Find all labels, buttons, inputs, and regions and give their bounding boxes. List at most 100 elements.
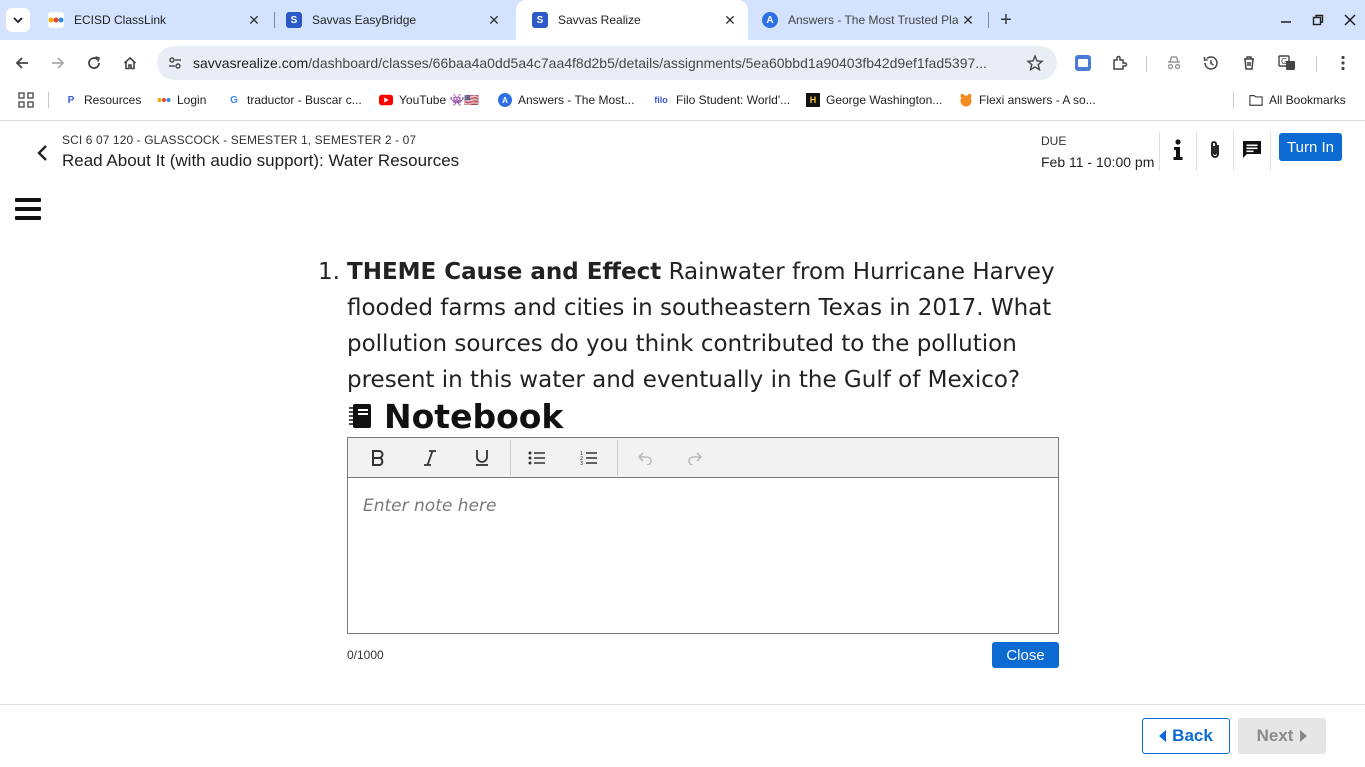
flexi-icon	[959, 93, 973, 107]
bookmark-star-icon[interactable]	[1025, 53, 1045, 73]
tab-savvas-easybridge[interactable]: S Savvas EasyBridge ✕	[270, 0, 512, 40]
undo-icon[interactable]	[630, 446, 658, 470]
note-input[interactable]: Enter note here	[348, 478, 1058, 534]
close-tab-icon[interactable]: ✕	[484, 10, 504, 30]
notebook-label: Notebook	[384, 396, 564, 436]
site-info-icon[interactable]	[161, 49, 189, 77]
close-notebook-button[interactable]: Close	[992, 642, 1059, 668]
trash-icon[interactable]	[1238, 52, 1260, 74]
tab-separator	[988, 12, 989, 28]
caret-left-icon	[1159, 730, 1167, 742]
google-icon: G	[230, 94, 238, 106]
tab-search-chevron-icon[interactable]	[6, 8, 30, 32]
toolbar-separator	[510, 440, 511, 476]
question-text: THEME Cause and Effect Rainwater from Hu…	[347, 254, 1067, 398]
course-name: SCI 6 07 120 - GLASSCOCK - SEMESTER 1, S…	[62, 133, 417, 147]
restore-icon[interactable]	[1306, 8, 1330, 32]
italic-icon[interactable]	[416, 446, 444, 470]
close-tab-icon[interactable]: ✕	[244, 10, 264, 30]
close-tab-icon[interactable]: ✕	[720, 10, 740, 30]
question-number: 1.	[318, 259, 340, 285]
browser-tabstrip: ECISD ClassLink ✕ S Savvas EasyBridge ✕ …	[0, 0, 1365, 40]
underline-icon[interactable]	[468, 446, 496, 470]
tab-savvas-realize[interactable]: S Savvas Realize ✕	[516, 0, 748, 40]
browser-back-icon[interactable]	[8, 49, 36, 77]
header-divider	[1196, 131, 1197, 171]
bookmarks-divider	[48, 92, 49, 108]
bookmark-login[interactable]: Login	[157, 90, 206, 110]
tab-ecisd-classlink[interactable]: ECISD ClassLink ✕	[32, 0, 272, 40]
browser-forward-icon[interactable]	[44, 49, 72, 77]
classlink-icon	[48, 12, 64, 28]
bookmark-flexi[interactable]: Flexi answers - A so...	[959, 90, 1096, 110]
answers-icon: A	[498, 93, 512, 107]
reload-icon[interactable]	[80, 49, 108, 77]
due-date: Feb 11 - 10:00 pm	[1041, 154, 1155, 170]
redo-icon[interactable]	[682, 446, 710, 470]
bookmarks-bar: P Resources Login G traductor - Buscar c…	[0, 86, 1365, 114]
youtube-icon	[379, 93, 393, 107]
resources-icon: P	[67, 94, 75, 106]
next-button[interactable]: Next	[1238, 718, 1326, 754]
bookmark-youtube[interactable]: YouTube 👾🇺🇸	[379, 90, 479, 110]
note-editor: 123 Enter note here	[347, 437, 1059, 634]
filo-icon: filo	[654, 95, 668, 105]
bookmarks-divider	[1233, 92, 1234, 108]
bullet-list-icon[interactable]	[523, 446, 551, 470]
due-label: DUE	[1041, 134, 1067, 148]
character-counter: 0/1000	[347, 648, 384, 662]
footer-divider	[0, 704, 1365, 705]
tab-answers[interactable]: A Answers - The Most Trusted Pla ✕	[746, 0, 986, 40]
bookmark-traductor[interactable]: G traductor - Buscar c...	[227, 90, 362, 110]
extension-savvas-icon[interactable]	[1072, 52, 1094, 74]
numbered-list-icon[interactable]: 123	[575, 446, 603, 470]
toolbar-separator	[617, 440, 618, 476]
svg-text:3: 3	[580, 461, 583, 466]
bookmark-george-washington[interactable]: H George Washington...	[806, 90, 942, 110]
address-bar[interactable]: savvasrealize.com/dashboard/classes/66ba…	[157, 46, 1057, 80]
notebook-heading: Notebook	[347, 396, 563, 436]
history-icon[interactable]	[1200, 52, 1222, 74]
comments-icon[interactable]	[1239, 137, 1265, 163]
info-icon[interactable]	[1165, 137, 1191, 163]
close-window-icon[interactable]	[1338, 8, 1362, 32]
bookmark-answers[interactable]: A Answers - The Most...	[498, 90, 634, 110]
question-block: 1. THEME Cause and Effect Rainwater from…	[318, 254, 1068, 398]
notebook-icon	[347, 403, 373, 429]
assignment-title: Read About It (with audio support): Wate…	[62, 151, 460, 170]
header-divider	[1159, 131, 1160, 171]
minimize-icon[interactable]	[1274, 8, 1298, 32]
header-divider	[1233, 131, 1234, 171]
editor-toolbar: 123	[348, 438, 1058, 478]
browser-toolbar: savvasrealize.com/dashboard/classes/66ba…	[0, 40, 1365, 86]
close-tab-icon[interactable]: ✕	[958, 10, 978, 30]
turn-in-button[interactable]: Turn In	[1279, 133, 1342, 161]
toolbar-divider	[1146, 56, 1147, 72]
new-tab-button[interactable]: +	[994, 8, 1018, 32]
bold-icon[interactable]	[364, 446, 392, 470]
bookmark-resources[interactable]: P Resources	[64, 90, 142, 110]
back-chevron-icon[interactable]	[30, 141, 54, 165]
translate-icon[interactable]: G	[1276, 52, 1298, 74]
home-icon[interactable]	[116, 49, 144, 77]
all-bookmarks-button[interactable]: All Bookmarks	[1249, 90, 1346, 110]
url-text: savvasrealize.com/dashboard/classes/66ba…	[193, 55, 987, 71]
bookmark-filo[interactable]: filo Filo Student: World'...	[652, 90, 790, 110]
header-divider	[1270, 131, 1271, 171]
attachment-icon[interactable]	[1202, 137, 1228, 163]
assignment-header: SCI 6 07 120 - GLASSCOCK - SEMESTER 1, S…	[0, 121, 1365, 181]
question-theme: THEME Cause and Effect	[347, 259, 662, 285]
kebab-menu-icon[interactable]	[1332, 52, 1354, 74]
toolbar-divider	[1316, 56, 1317, 72]
extensions-puzzle-icon[interactable]	[1109, 52, 1131, 74]
hamburger-menu-icon[interactable]	[15, 198, 41, 224]
classlink-icon	[157, 93, 171, 107]
apps-grid-icon[interactable]	[18, 90, 34, 110]
folder-icon	[1249, 93, 1263, 107]
savvas-icon: S	[532, 12, 548, 28]
incognito-icon[interactable]	[1163, 52, 1185, 74]
caret-right-icon	[1300, 730, 1308, 742]
back-button[interactable]: Back	[1142, 718, 1230, 754]
savvas-icon: S	[286, 12, 302, 28]
answers-icon: A	[762, 12, 778, 28]
